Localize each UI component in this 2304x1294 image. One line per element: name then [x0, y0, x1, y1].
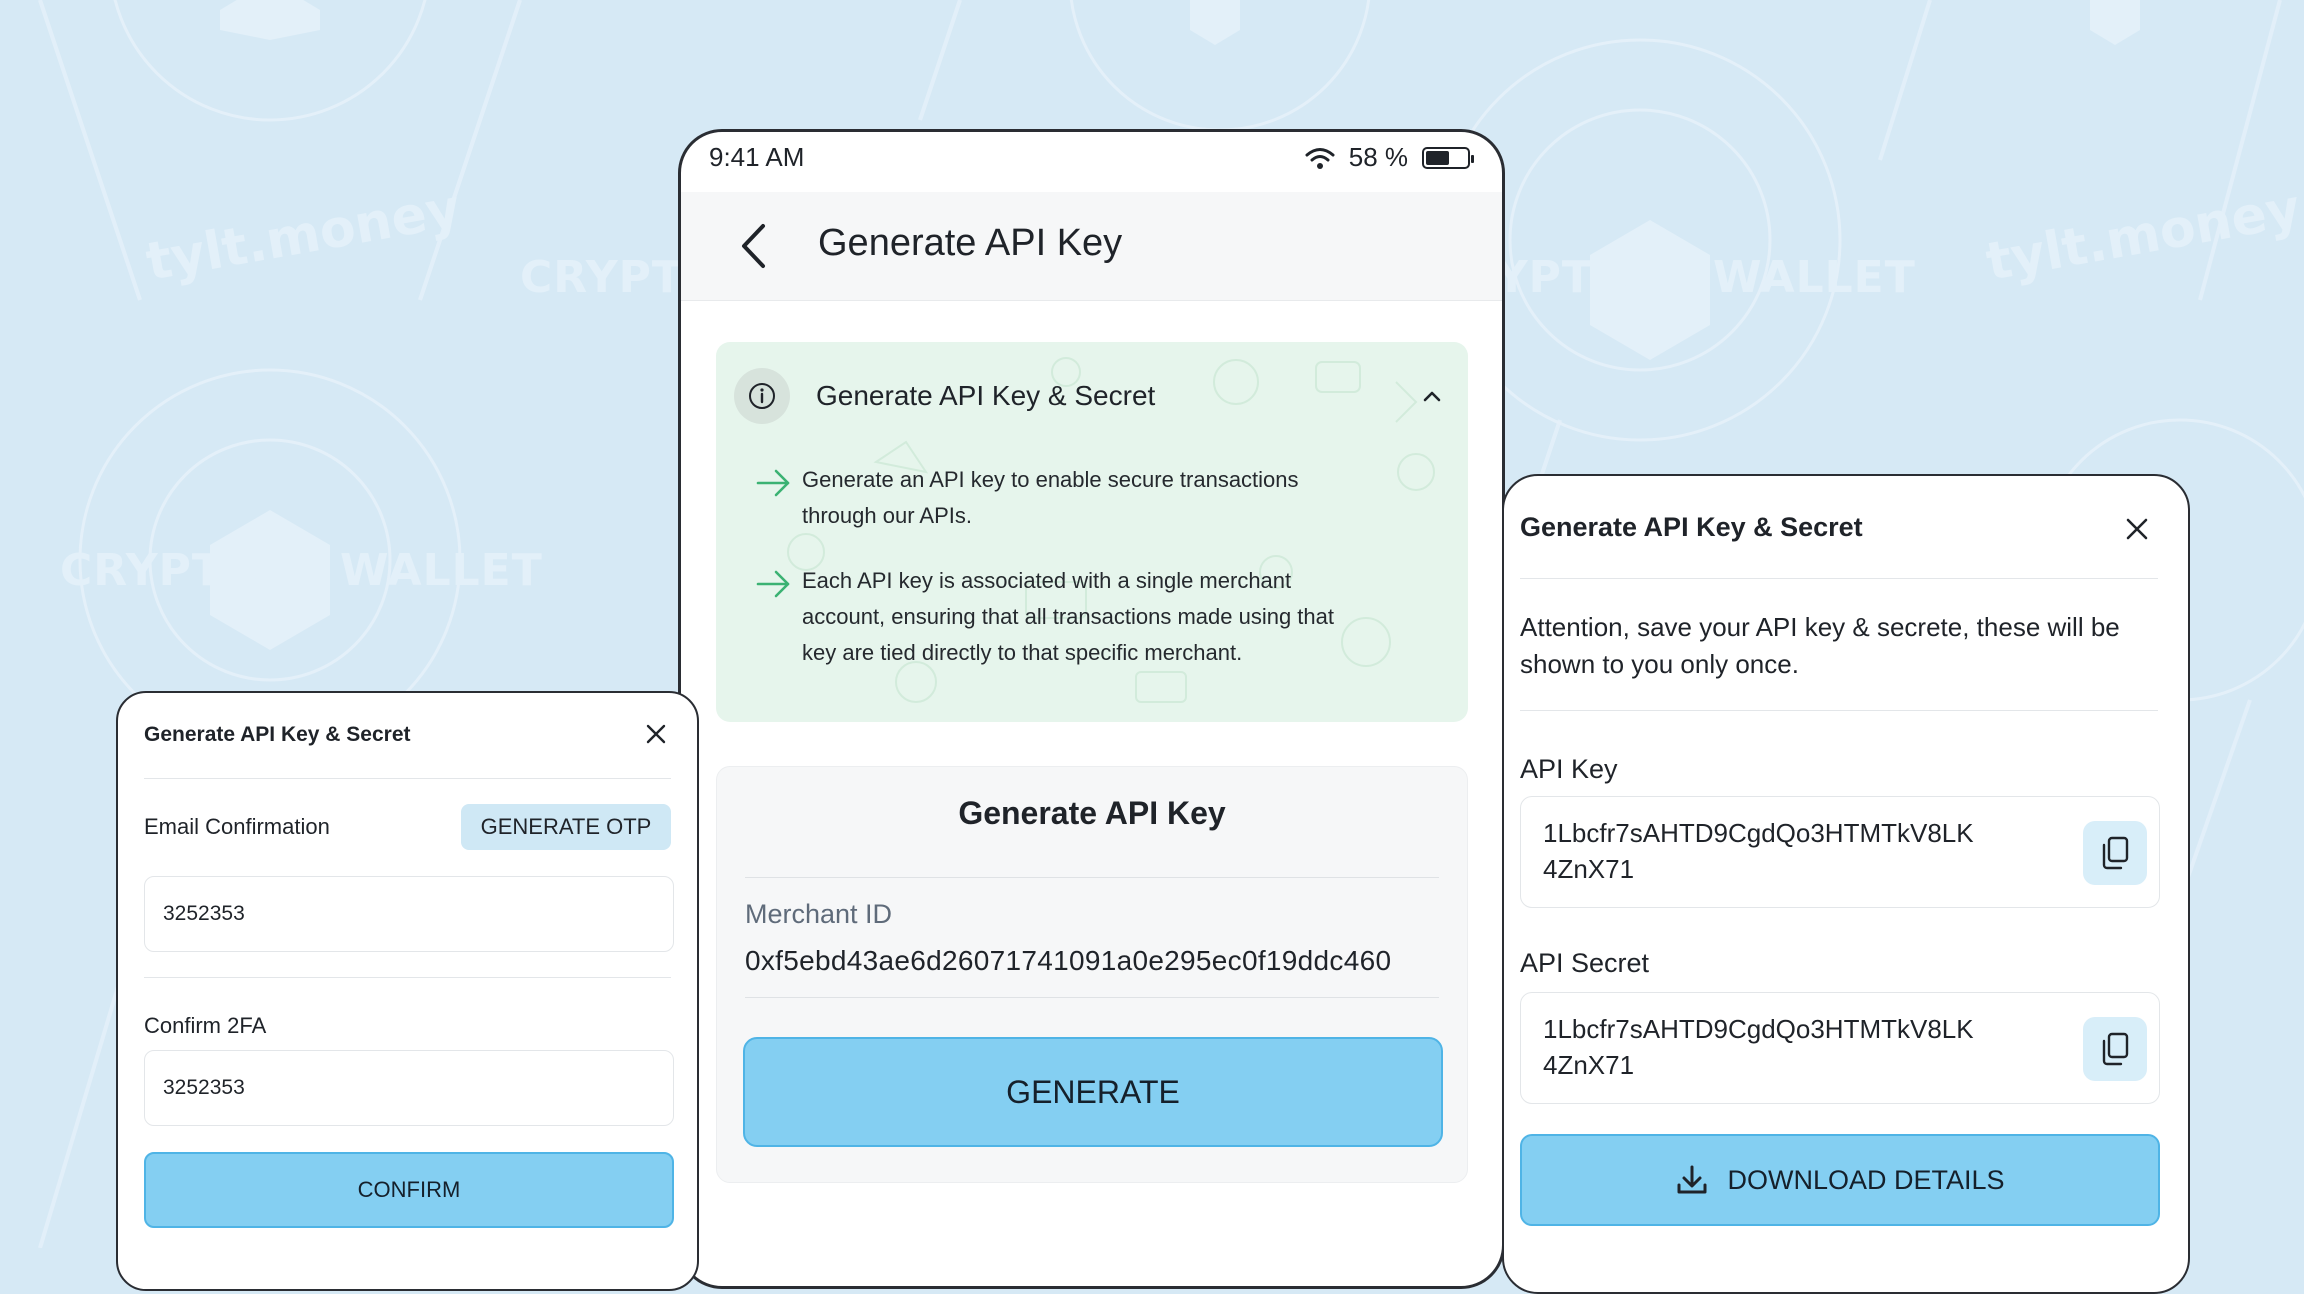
- api-key-value[interactable]: 1Lbcfr7sAHTD9CgdQo3HTMTkV8LK 4ZnX71: [1543, 815, 2043, 887]
- api-secret-line: 1Lbcfr7sAHTD9CgdQo3HTMTkV8LK: [1543, 1014, 1974, 1044]
- generate-button[interactable]: GENERATE: [743, 1037, 1443, 1147]
- info-item-text: Generate an API key to enable secure tra…: [802, 462, 1299, 534]
- copy-icon: [2102, 1032, 2129, 1066]
- api-secret-field: 1Lbcfr7sAHTD9CgdQo3HTMTkV8LK 4ZnX71: [1520, 992, 2160, 1104]
- generate-card: Generate API Key Merchant ID 0xf5ebd43ae…: [716, 766, 1468, 1183]
- info-item-text: Each API key is associated with a single…: [802, 563, 1334, 671]
- twofa-input[interactable]: 3252353: [144, 1050, 674, 1126]
- api-key-label: API Key: [1520, 754, 1618, 784]
- status-time: 9:41 AM: [709, 142, 805, 172]
- divider: [1520, 578, 2158, 579]
- status-bar: 9:41 AM 58 %: [681, 132, 1502, 192]
- bg-logo-text: tylt.money: [142, 179, 465, 293]
- info-header: Generate API Key & Secret: [734, 368, 1155, 424]
- arrow-right-icon: [756, 469, 790, 497]
- copy-api-key-button[interactable]: [2083, 821, 2147, 885]
- download-details-button[interactable]: DOWNLOAD DETAILS: [1520, 1134, 2160, 1226]
- api-key-field: 1Lbcfr7sAHTD9CgdQo3HTMTkV8LK 4ZnX71: [1520, 796, 2160, 908]
- merchant-id-value: 0xf5ebd43ae6d26071741091a0e295ec0f19ddc4…: [745, 945, 1392, 976]
- info-icon: [734, 368, 790, 424]
- email-otp-input[interactable]: 3252353: [144, 876, 674, 952]
- info-line: account, ensuring that all transactions …: [802, 604, 1334, 629]
- divider: [745, 877, 1439, 878]
- arrow-right-icon: [756, 570, 790, 598]
- battery-icon: [1422, 146, 1474, 169]
- email-confirmation-label: Email Confirmation: [144, 814, 330, 839]
- modal-title: Generate API Key & Secret: [1520, 512, 1863, 542]
- page-title: Generate API Key: [818, 222, 1123, 264]
- api-key-result-modal: Generate API Key & Secret Attention, sav…: [1502, 474, 2190, 1294]
- divider: [1520, 710, 2158, 711]
- copy-api-secret-button[interactable]: [2083, 1017, 2147, 1081]
- app-header: Generate API Key: [681, 192, 1502, 301]
- copy-icon: [2102, 836, 2129, 870]
- attention-text: Attention, save your API key & secrete, …: [1520, 612, 2120, 679]
- battery-fill: [1426, 150, 1450, 165]
- download-icon: [1677, 1165, 1707, 1194]
- bg-word-crypto-2: CRYPTO: [60, 545, 261, 596]
- divider: [144, 977, 671, 978]
- api-secret-label: API Secret: [1520, 948, 1650, 978]
- info-title: Generate API Key & Secret: [816, 380, 1156, 411]
- api-key-line: 1Lbcfr7sAHTD9CgdQo3HTMTkV8LK: [1543, 818, 1974, 848]
- generate-otp-button[interactable]: GENERATE OTP: [461, 804, 671, 850]
- api-secret-line: 4ZnX71: [1543, 1050, 1635, 1080]
- info-line: Generate an API key to enable secure tra…: [802, 467, 1299, 492]
- chevron-up-icon[interactable]: [1418, 382, 1446, 410]
- modal-title: Generate API Key & Secret: [144, 723, 411, 746]
- otp-confirm-modal: Generate API Key & Secret Email Confirma…: [116, 691, 699, 1291]
- api-secret-value[interactable]: 1Lbcfr7sAHTD9CgdQo3HTMTkV8LK 4ZnX71: [1543, 1011, 2043, 1083]
- info-card: Generate API Key & Secret Generate an AP…: [716, 342, 1468, 722]
- generate-card-title: Generate API Key: [958, 795, 1226, 831]
- bg-logo-text-right: tylt.money: [1982, 179, 2304, 293]
- close-icon[interactable]: [2122, 514, 2152, 544]
- bg-word-wallet-2: WALLET: [1713, 252, 1916, 303]
- back-icon: [742, 224, 765, 268]
- back-button[interactable]: [729, 220, 777, 272]
- confirm-2fa-label: Confirm 2FA: [144, 1013, 267, 1038]
- info-line: through our APIs.: [802, 503, 972, 528]
- status-indicators: 58 %: [1305, 142, 1474, 173]
- info-item: Generate an API key to enable secure tra…: [754, 462, 1299, 534]
- divider: [144, 778, 671, 779]
- info-line: Each API key is associated with a single…: [802, 568, 1292, 593]
- close-icon[interactable]: [643, 721, 669, 747]
- confirm-button[interactable]: CONFIRM: [144, 1152, 674, 1228]
- api-key-line: 4ZnX71: [1543, 854, 1635, 884]
- phone-frame: 9:41 AM 58 % Generate API Key Generate A…: [678, 129, 1505, 1289]
- wifi-icon: [1305, 147, 1335, 169]
- info-item: Each API key is associated with a single…: [754, 563, 1334, 671]
- bg-word-wallet: WALLET: [340, 545, 543, 596]
- merchant-id-label: Merchant ID: [745, 899, 893, 929]
- info-line: key are tied directly to that specific m…: [802, 640, 1243, 665]
- download-details-label: DOWNLOAD DETAILS: [1727, 1164, 2005, 1195]
- divider: [745, 997, 1439, 998]
- battery-percent: 58 %: [1348, 142, 1408, 172]
